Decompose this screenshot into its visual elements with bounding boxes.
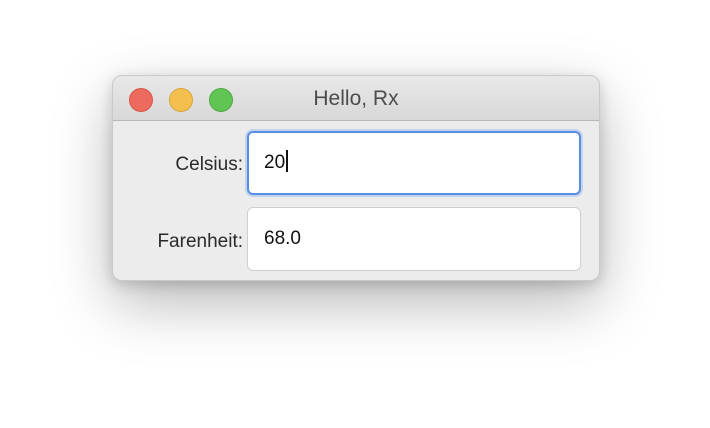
farenheit-input[interactable]: 68.0 — [247, 207, 581, 271]
text-cursor — [286, 150, 288, 173]
celsius-input[interactable]: 20 — [247, 131, 581, 195]
title-bar[interactable]: Hello, Rx — [113, 76, 599, 121]
farenheit-label: Farenheit: — [157, 231, 243, 252]
celsius-value: 20 — [264, 152, 286, 173]
window-content: Celsius: 20 Farenheit: 68.0 — [113, 121, 599, 280]
window-title: Hello, Rx — [313, 87, 399, 110]
app-window: Hello, Rx Celsius: 20 Farenheit: 68.0 — [112, 75, 600, 281]
celsius-label: Celsius: — [175, 154, 243, 175]
farenheit-value: 68.0 — [264, 228, 301, 249]
